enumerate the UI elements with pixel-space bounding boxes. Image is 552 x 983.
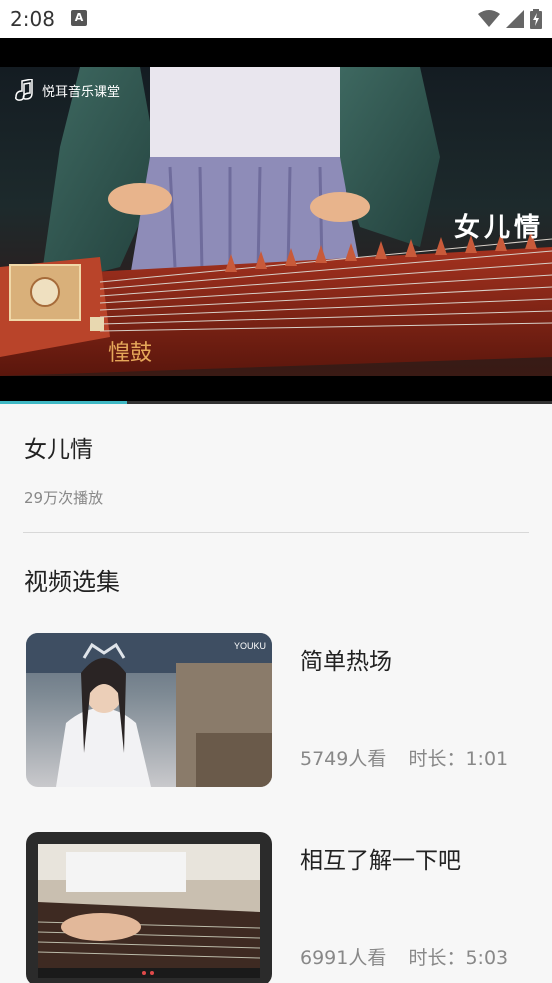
video-progress-fill: [0, 401, 127, 404]
episode-item[interactable]: 相互了解一下吧 6991人看 时长：5:03: [0, 829, 552, 983]
status-time: 2:08: [10, 7, 55, 31]
signal-icon: [506, 10, 524, 28]
status-bar: 2:08 A: [0, 0, 552, 38]
status-icons: [478, 8, 542, 30]
episode-thumbnail[interactable]: YOUKU: [26, 633, 272, 787]
wifi-icon: [478, 10, 500, 27]
video-frame[interactable]: 悦耳音乐课堂 女儿情 惶鼓: [0, 67, 552, 376]
episode-duration: 1:01: [465, 748, 509, 770]
thumb-badge: YOUKU: [233, 641, 266, 651]
video-overlay-title: 女儿情: [453, 213, 544, 243]
episode-thumbnail-image: [26, 633, 272, 787]
channel-logo: 悦耳音乐课堂: [12, 79, 120, 101]
video-title: 女儿情: [24, 437, 93, 463]
music-note-icon: [15, 79, 33, 101]
episode-item[interactable]: YOUKU 简单热场 5749人看 时长：1:01: [0, 630, 552, 790]
episodes-section-title: 视频选集: [24, 568, 120, 596]
play-count: 29万次播放: [24, 489, 104, 507]
episode-views: 5749人看: [300, 748, 387, 770]
divider: [23, 532, 529, 533]
watermark-logo: 惶鼓: [108, 341, 153, 366]
episode-meta: 6991人看 时长：5:03: [300, 943, 508, 970]
episode-meta: 5749人看 时长：1:01: [300, 744, 508, 771]
episode-views: 6991人看: [300, 947, 387, 969]
battery-charging-icon: [530, 9, 542, 29]
episode-duration-label: 时长：: [408, 947, 466, 969]
episode-thumbnail-image: [37, 844, 261, 978]
episode-name: 简单热场: [300, 649, 392, 675]
channel-name: 悦耳音乐课堂: [42, 84, 121, 100]
video-player[interactable]: 悦耳音乐课堂 女儿情 惶鼓: [0, 38, 552, 404]
episode-thumbnail[interactable]: [26, 832, 272, 983]
video-progress-bar[interactable]: [0, 401, 552, 404]
episode-duration-label: 时长：: [408, 748, 466, 770]
episode-name: 相互了解一下吧: [300, 848, 461, 874]
episode-duration: 5:03: [465, 947, 509, 969]
notification-a-icon: A: [71, 10, 87, 26]
